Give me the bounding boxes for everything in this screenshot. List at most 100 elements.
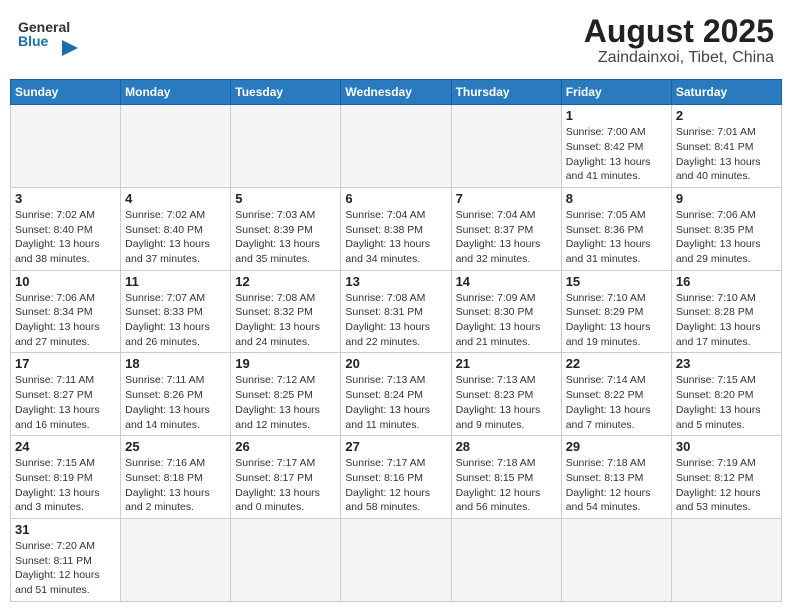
day-number: 31 [15,522,116,537]
calendar-week-2: 3 Sunrise: 7:02 AMSunset: 8:40 PMDaylight… [11,187,782,270]
day-info: Sunrise: 7:05 AMSunset: 8:36 PMDaylight:… [566,208,667,267]
day-info: Sunrise: 7:13 AMSunset: 8:23 PMDaylight:… [456,373,557,432]
day-info: Sunrise: 7:02 AMSunset: 8:40 PMDaylight:… [15,208,116,267]
weekday-header-wednesday: Wednesday [341,80,451,105]
day-number: 24 [15,439,116,454]
weekday-header-thursday: Thursday [451,80,561,105]
calendar-cell: 3 Sunrise: 7:02 AMSunset: 8:40 PMDaylight… [11,187,121,270]
calendar-cell [561,518,671,601]
day-number: 6 [345,191,446,206]
day-info: Sunrise: 7:18 AMSunset: 8:15 PMDaylight:… [456,456,557,515]
calendar-week-4: 17Sunrise: 7:11 AMSunset: 8:27 PMDayligh… [11,353,782,436]
calendar-cell [341,518,451,601]
day-number: 8 [566,191,667,206]
day-info: Sunrise: 7:18 AMSunset: 8:13 PMDaylight:… [566,456,667,515]
day-number: 3 [15,191,116,206]
day-number: 10 [15,274,116,289]
day-info: Sunrise: 7:20 AMSunset: 8:11 PMDaylight:… [15,539,116,598]
day-number: 15 [566,274,667,289]
day-number: 12 [235,274,336,289]
calendar-cell [121,518,231,601]
calendar-cell: 22Sunrise: 7:14 AMSunset: 8:22 PMDayligh… [561,353,671,436]
calendar-cell: 29Sunrise: 7:18 AMSunset: 8:13 PMDayligh… [561,436,671,519]
calendar-cell [11,105,121,188]
calendar-cell: 13 Sunrise: 7:08 AMSunset: 8:31 PMDayligh… [341,270,451,353]
calendar-cell [231,518,341,601]
day-info: Sunrise: 7:06 AMSunset: 8:34 PMDaylight:… [15,291,116,350]
day-info: Sunrise: 7:13 AMSunset: 8:24 PMDaylight:… [345,373,446,432]
weekday-header-monday: Monday [121,80,231,105]
day-number: 25 [125,439,226,454]
day-info: Sunrise: 7:15 AMSunset: 8:20 PMDaylight:… [676,373,777,432]
calendar-table: SundayMondayTuesdayWednesdayThursdayFrid… [10,79,782,602]
day-info: Sunrise: 7:04 AMSunset: 8:37 PMDaylight:… [456,208,557,267]
calendar-header: SundayMondayTuesdayWednesdayThursdayFrid… [11,80,782,105]
day-info: Sunrise: 7:10 AMSunset: 8:28 PMDaylight:… [676,291,777,350]
day-number: 9 [676,191,777,206]
calendar-cell: 31 Sunrise: 7:20 AMSunset: 8:11 PMDayligh… [11,518,121,601]
calendar-cell [451,105,561,188]
day-number: 13 [345,274,446,289]
page-header: General Blue August 2025 Zaindainxoi, Ti… [10,10,782,71]
day-info: Sunrise: 7:15 AMSunset: 8:19 PMDaylight:… [15,456,116,515]
calendar-cell: 28 Sunrise: 7:18 AMSunset: 8:15 PMDayligh… [451,436,561,519]
day-number: 16 [676,274,777,289]
day-number: 1 [566,108,667,123]
calendar-cell: 26Sunrise: 7:17 AMSunset: 8:17 PMDayligh… [231,436,341,519]
calendar-cell: 11 Sunrise: 7:07 AMSunset: 8:33 PMDayligh… [121,270,231,353]
day-info: Sunrise: 7:12 AMSunset: 8:25 PMDaylight:… [235,373,336,432]
calendar-cell: 6Sunrise: 7:04 AMSunset: 8:38 PMDaylight… [341,187,451,270]
day-number: 26 [235,439,336,454]
calendar-week-6: 31 Sunrise: 7:20 AMSunset: 8:11 PMDayligh… [11,518,782,601]
day-info: Sunrise: 7:14 AMSunset: 8:22 PMDaylight:… [566,373,667,432]
calendar-cell: 12 Sunrise: 7:08 AMSunset: 8:32 PMDayligh… [231,270,341,353]
calendar-cell [341,105,451,188]
day-info: Sunrise: 7:10 AMSunset: 8:29 PMDaylight:… [566,291,667,350]
calendar-cell: 25Sunrise: 7:16 AMSunset: 8:18 PMDayligh… [121,436,231,519]
day-number: 11 [125,274,226,289]
calendar-cell: 24 Sunrise: 7:15 AMSunset: 8:19 PMDayligh… [11,436,121,519]
day-number: 21 [456,356,557,371]
day-info: Sunrise: 7:00 AMSunset: 8:42 PMDaylight:… [566,125,667,184]
day-info: Sunrise: 7:08 AMSunset: 8:32 PMDaylight:… [235,291,336,350]
calendar-cell: 10 Sunrise: 7:06 AMSunset: 8:34 PMDayligh… [11,270,121,353]
day-number: 4 [125,191,226,206]
calendar-cell: 27 Sunrise: 7:17 AMSunset: 8:16 PMDayligh… [341,436,451,519]
day-info: Sunrise: 7:11 AMSunset: 8:26 PMDaylight:… [125,373,226,432]
calendar-cell: 15 Sunrise: 7:10 AMSunset: 8:29 PMDayligh… [561,270,671,353]
day-info: Sunrise: 7:08 AMSunset: 8:31 PMDaylight:… [345,291,446,350]
weekday-header-sunday: Sunday [11,80,121,105]
svg-text:Blue: Blue [18,33,49,49]
day-number: 20 [345,356,446,371]
calendar-cell: 16 Sunrise: 7:10 AMSunset: 8:28 PMDayligh… [671,270,781,353]
calendar-cell [671,518,781,601]
calendar-week-5: 24 Sunrise: 7:15 AMSunset: 8:19 PMDayligh… [11,436,782,519]
calendar-cell [121,105,231,188]
day-info: Sunrise: 7:02 AMSunset: 8:40 PMDaylight:… [125,208,226,267]
day-number: 18 [125,356,226,371]
day-info: Sunrise: 7:03 AMSunset: 8:39 PMDaylight:… [235,208,336,267]
day-number: 23 [676,356,777,371]
calendar-cell: 19Sunrise: 7:12 AMSunset: 8:25 PMDayligh… [231,353,341,436]
day-number: 2 [676,108,777,123]
page-title: August 2025 [584,14,774,49]
calendar-cell: 5Sunrise: 7:03 AMSunset: 8:39 PMDaylight… [231,187,341,270]
calendar-cell: 2 Sunrise: 7:01 AMSunset: 8:41 PMDaylight… [671,105,781,188]
day-number: 7 [456,191,557,206]
calendar-week-1: 1 Sunrise: 7:00 AMSunset: 8:42 PMDaylight… [11,105,782,188]
calendar-cell: 17Sunrise: 7:11 AMSunset: 8:27 PMDayligh… [11,353,121,436]
day-number: 27 [345,439,446,454]
logo: General Blue [18,14,80,58]
calendar-cell: 21 Sunrise: 7:13 AMSunset: 8:23 PMDayligh… [451,353,561,436]
weekday-header-tuesday: Tuesday [231,80,341,105]
calendar-cell: 4 Sunrise: 7:02 AMSunset: 8:40 PMDaylight… [121,187,231,270]
title-block: August 2025 Zaindainxoi, Tibet, China [584,14,774,67]
calendar-cell: 14Sunrise: 7:09 AMSunset: 8:30 PMDayligh… [451,270,561,353]
day-info: Sunrise: 7:01 AMSunset: 8:41 PMDaylight:… [676,125,777,184]
day-number: 28 [456,439,557,454]
calendar-cell [231,105,341,188]
day-info: Sunrise: 7:07 AMSunset: 8:33 PMDaylight:… [125,291,226,350]
day-info: Sunrise: 7:17 AMSunset: 8:16 PMDaylight:… [345,456,446,515]
calendar-cell: 9Sunrise: 7:06 AMSunset: 8:35 PMDaylight… [671,187,781,270]
day-number: 17 [15,356,116,371]
